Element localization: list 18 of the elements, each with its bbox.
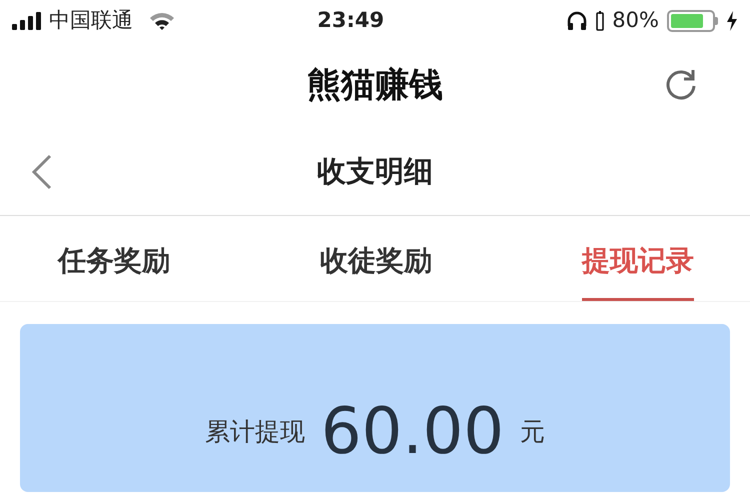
battery-percent: 80%: [612, 7, 659, 34]
wifi-icon: [149, 11, 175, 31]
battery-icon: [666, 10, 718, 32]
back-icon[interactable]: [30, 154, 54, 190]
headphones-icon: [566, 11, 588, 31]
charging-icon: [726, 11, 738, 31]
refresh-icon[interactable]: [664, 67, 698, 101]
clock-time: 23:49: [317, 7, 384, 34]
lock-rotation-icon: [596, 11, 604, 31]
signal-icon: [12, 12, 41, 30]
withdrawal-total: 60.00: [320, 400, 504, 464]
carrier-name: 中国联通: [49, 7, 133, 34]
summary-label: 累计提现: [204, 416, 305, 448]
tab[interactable]: 任务奖励: [58, 218, 170, 301]
page-title: 收支明细: [317, 152, 433, 190]
app-title: 熊猫赚钱: [307, 64, 443, 106]
currency-unit: 元: [520, 416, 546, 448]
tab[interactable]: 收徒奖励: [320, 218, 432, 301]
